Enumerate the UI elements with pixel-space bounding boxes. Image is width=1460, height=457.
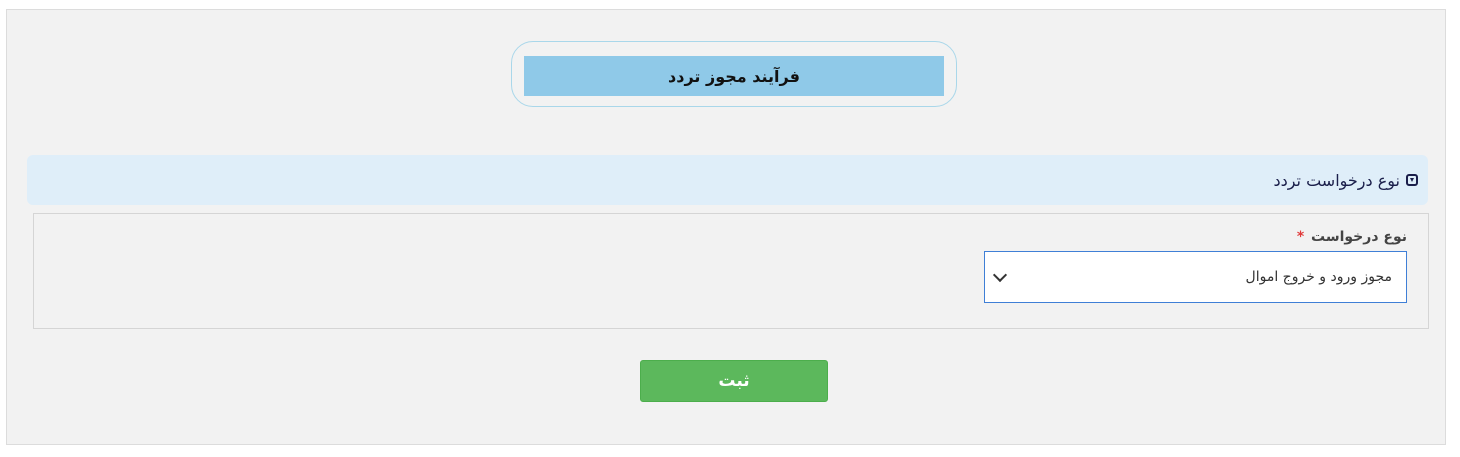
page-title-frame: فرآیند مجوز تردد [511, 41, 957, 107]
request-type-selected-value: مجوز ورود و خروج اموال [1245, 269, 1392, 285]
section-header-request-type[interactable]: نوع درخواست تردد [27, 155, 1428, 205]
request-type-label-text: نوع درخواست [1311, 229, 1407, 245]
page-container: فرآیند مجوز تردد نوع درخواست تردد نوع در… [6, 9, 1446, 445]
page-title: فرآیند مجوز تردد [524, 56, 944, 96]
submit-button[interactable]: ثبت [640, 360, 828, 402]
request-type-select[interactable]: مجوز ورود و خروج اموال [984, 251, 1407, 303]
required-mark: * [1296, 229, 1305, 245]
section-title: نوع درخواست تردد [1273, 170, 1400, 190]
chevron-down-icon [992, 267, 1008, 282]
request-type-label: نوع درخواست * [1297, 229, 1407, 245]
form-panel: نوع درخواست * مجوز ورود و خروج اموال [33, 213, 1429, 329]
collapse-square-icon[interactable] [1406, 174, 1418, 186]
